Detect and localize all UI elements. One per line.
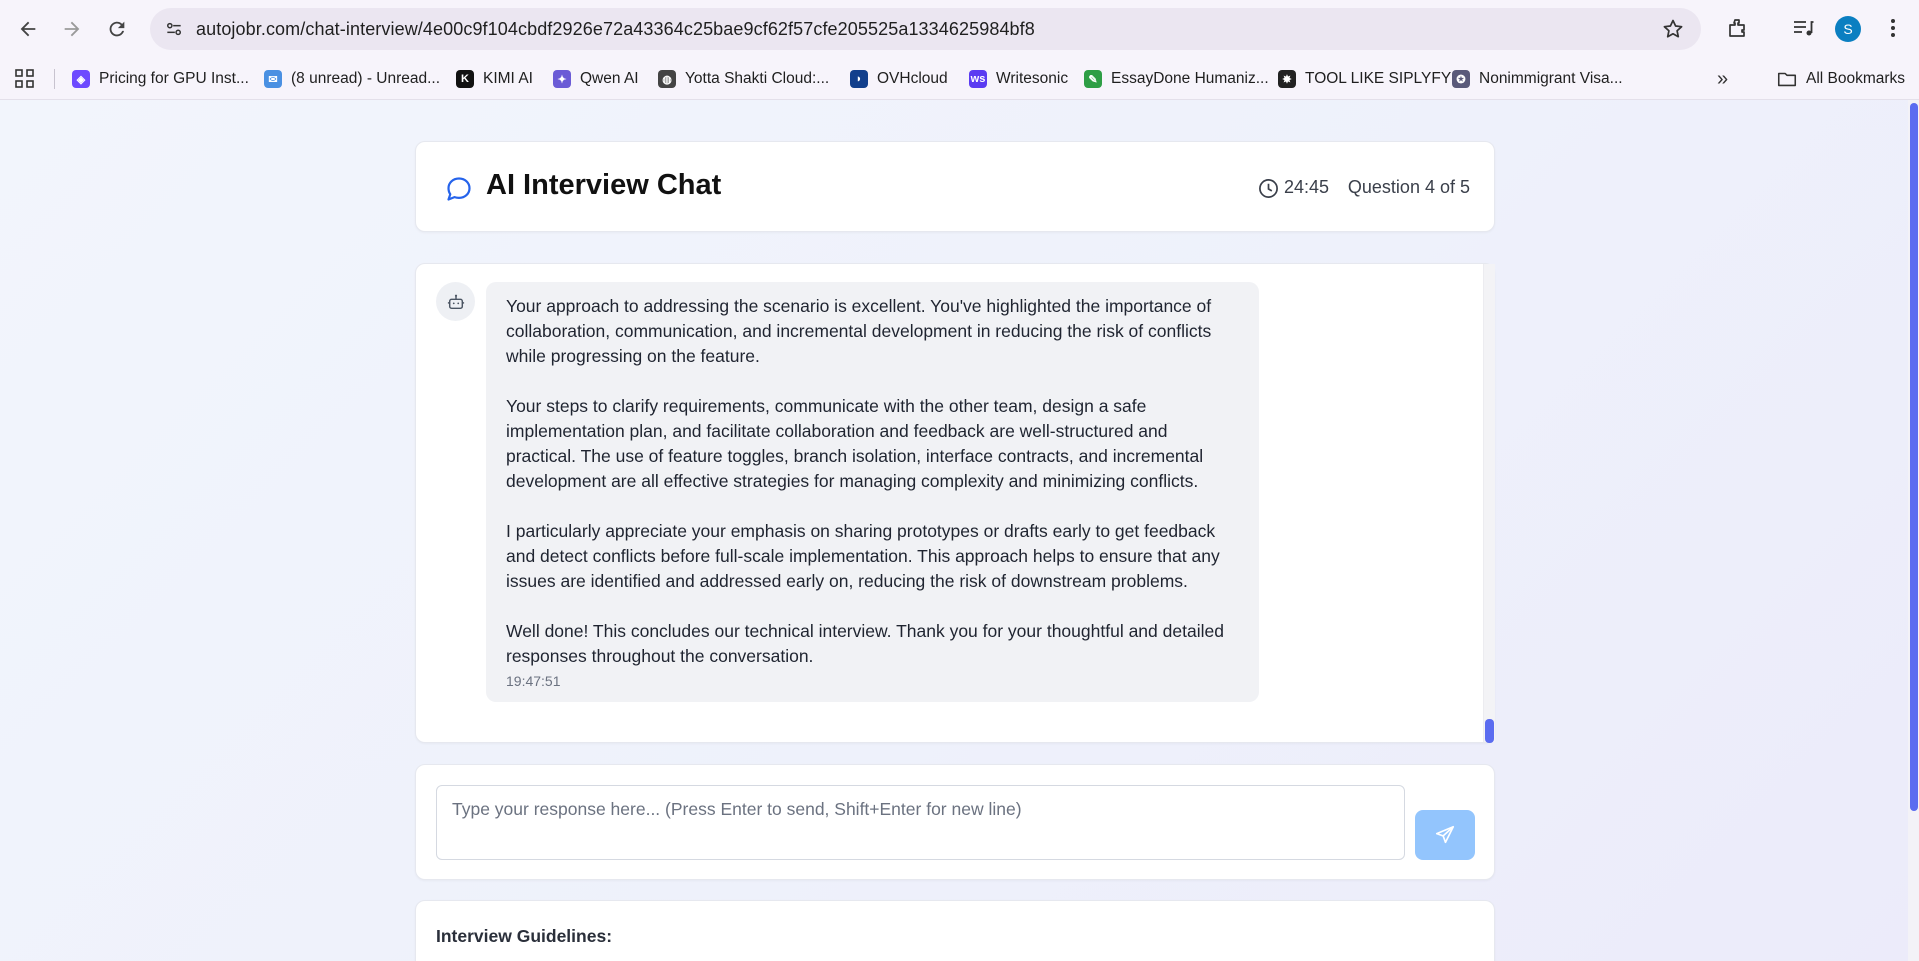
response-composer xyxy=(415,764,1495,880)
url-text[interactable]: autojobr.com/chat-interview/4e00c9f104cb… xyxy=(196,19,1035,40)
folder-icon xyxy=(1777,72,1797,87)
bookmark-item[interactable]: ✸ TOOL LIKE SIPLYFY xyxy=(1278,66,1451,92)
all-bookmarks-label: All Bookmarks xyxy=(1806,70,1906,87)
bookmark-item[interactable]: ◗ OVHcloud xyxy=(850,66,948,92)
bookmark-item[interactable]: ✎ EssayDone Humaniz... xyxy=(1084,66,1269,92)
essaydone-icon: ✎ xyxy=(1084,70,1102,88)
bot-icon xyxy=(447,294,464,309)
bot-avatar xyxy=(436,282,475,321)
seal-icon: ✪ xyxy=(1452,70,1470,88)
more-menu-icon[interactable] xyxy=(1880,15,1906,41)
bookmark-star-icon[interactable] xyxy=(1661,17,1685,41)
message-paragraph: I particularly appreciate your emphasis … xyxy=(506,521,1220,591)
address-bar[interactable]: autojobr.com/chat-interview/4e00c9f104cb… xyxy=(150,8,1701,50)
message-timestamp: 19:47:51 xyxy=(506,673,561,689)
forward-button[interactable] xyxy=(50,7,94,51)
bookmark-item[interactable]: ✉ (8 unread) - Unread... xyxy=(264,66,440,92)
bot-message: Your approach to addressing the scenario… xyxy=(486,282,1259,702)
page-scrollbar-thumb[interactable] xyxy=(1910,103,1918,811)
bookmark-item[interactable]: ◍ Yotta Shakti Cloud:... xyxy=(658,66,829,92)
tool-icon: ✸ xyxy=(1278,70,1296,88)
reload-icon xyxy=(109,21,125,37)
ovh-icon: ◗ xyxy=(850,70,868,88)
cube-icon: ◈ xyxy=(72,70,90,88)
bookmark-label: KIMI AI xyxy=(483,70,533,87)
chat-scrollbar[interactable] xyxy=(1483,264,1495,742)
interview-timer: 24:45 xyxy=(1284,177,1330,197)
question-progress: Question 4 of 5 xyxy=(1347,177,1470,197)
page-title: AI Interview Chat xyxy=(486,169,722,201)
guidelines-title: Interview Guidelines: xyxy=(436,926,613,946)
response-input[interactable] xyxy=(436,785,1405,860)
bookmark-label: OVHcloud xyxy=(877,70,948,87)
bookmarks-divider xyxy=(54,69,55,89)
apps-grid-icon[interactable] xyxy=(14,68,36,90)
bookmarks-bar: ◈ Pricing for GPU Inst... ✉ (8 unread) - Un… xyxy=(0,58,1919,100)
qwen-icon: ✦ xyxy=(553,70,571,88)
clock-icon xyxy=(1259,179,1278,198)
bookmark-item[interactable]: ✪ Nonimmigrant Visa... xyxy=(1452,66,1623,92)
kimi-icon: K xyxy=(456,70,474,88)
extensions-icon[interactable] xyxy=(1725,15,1751,41)
chat-scrollbar-thumb[interactable] xyxy=(1485,719,1494,743)
bookmark-item[interactable]: ◈ Pricing for GPU Inst... xyxy=(72,66,249,92)
arrow-left-icon xyxy=(20,21,36,37)
chat-panel[interactable]: Your approach to addressing the scenario… xyxy=(415,263,1495,743)
send-icon xyxy=(1435,825,1455,844)
bookmark-item[interactable]: K KIMI AI xyxy=(456,66,533,92)
media-controls-icon[interactable] xyxy=(1790,15,1816,41)
interview-header: AI Interview Chat 24:45 Question 4 of 5 xyxy=(415,141,1495,232)
bookmark-label: (8 unread) - Unread... xyxy=(291,70,441,87)
message-paragraph: Your approach to addressing the scenario… xyxy=(506,296,1212,366)
bookmark-item[interactable]: ✦ Qwen AI xyxy=(553,66,639,92)
bookmark-label: EssayDone Humaniz... xyxy=(1111,70,1269,87)
bookmark-label: Writesonic xyxy=(996,70,1069,87)
interview-guidelines: Interview Guidelines: xyxy=(415,900,1495,961)
reload-button[interactable] xyxy=(95,7,139,51)
bookmark-label: TOOL LIKE SIPLYFY xyxy=(1305,70,1452,87)
message-paragraph: Well done! This concludes our technical … xyxy=(506,621,1224,666)
back-button[interactable] xyxy=(6,7,50,51)
bookmark-label: Pricing for GPU Inst... xyxy=(99,70,249,87)
send-button[interactable] xyxy=(1415,810,1475,860)
browser-toolbar: autojobr.com/chat-interview/4e00c9f104cb… xyxy=(0,0,1919,58)
all-bookmarks-folder[interactable]: All Bookmarks xyxy=(1776,66,1905,92)
mail-icon: ✉ xyxy=(264,70,282,88)
arrow-right-icon xyxy=(64,21,80,37)
bookmark-label: Qwen AI xyxy=(580,70,639,87)
chevron-double-right-icon[interactable]: » xyxy=(1717,68,1739,90)
bookmark-label: Yotta Shakti Cloud:... xyxy=(685,70,830,87)
chat-bubble-icon xyxy=(447,177,471,201)
bookmark-item[interactable]: ws Writesonic xyxy=(969,66,1068,92)
writesonic-icon: ws xyxy=(969,70,987,88)
message-paragraph: Your steps to clarify requirements, comm… xyxy=(506,396,1204,491)
site-info-icon[interactable] xyxy=(162,17,186,41)
profile-avatar[interactable]: S xyxy=(1835,16,1861,42)
bookmark-label: Nonimmigrant Visa... xyxy=(1479,70,1623,87)
globe-icon: ◍ xyxy=(658,70,676,88)
page-body: AI Interview Chat 24:45 Question 4 of 5 … xyxy=(0,100,1919,961)
